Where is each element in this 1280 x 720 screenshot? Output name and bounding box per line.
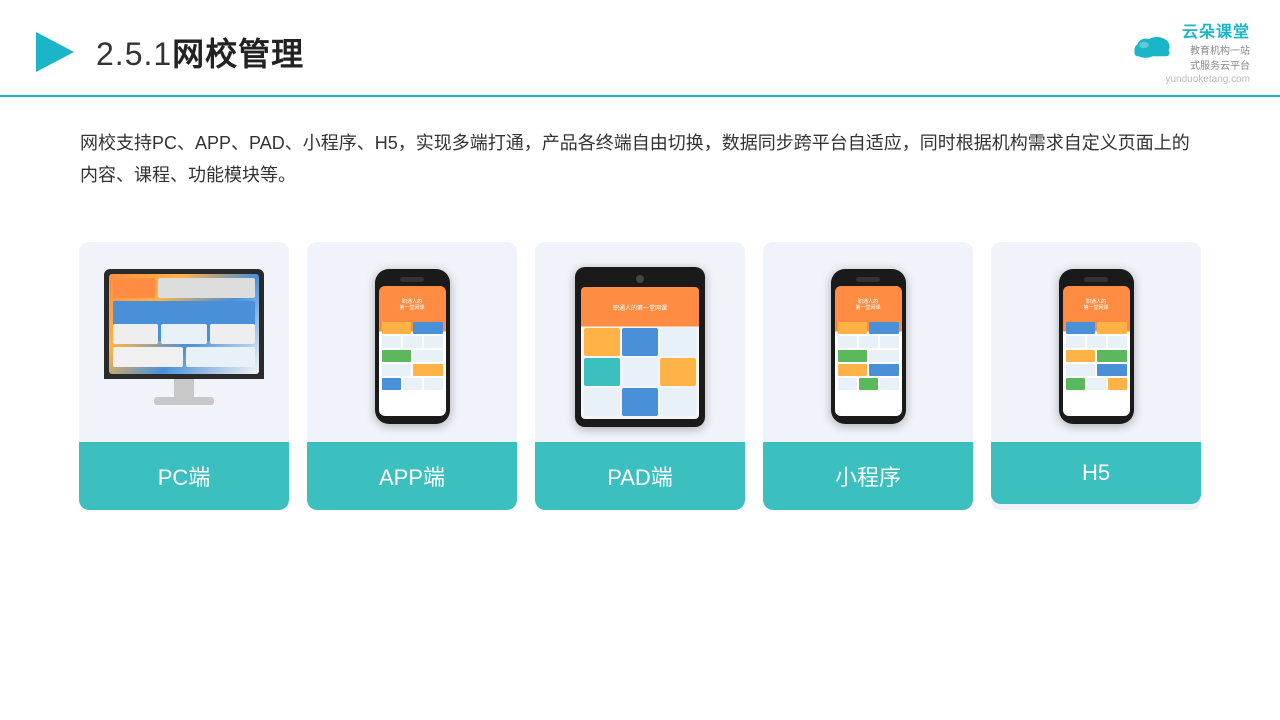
app-phone-mockup: 职通人的第一堂网课 xyxy=(375,269,450,424)
ts-cell xyxy=(660,358,696,386)
tablet-btn xyxy=(636,275,644,283)
phone-notch-miniapp xyxy=(856,277,880,282)
card-h5-image: 职通人的第一堂网课 xyxy=(991,242,1201,442)
page-title: 2.5.1网校管理 xyxy=(96,29,304,75)
tablet-header: 职通人的第一堂网课 xyxy=(584,290,696,325)
header: 2.5.1网校管理 云朵课堂 教育机构一站 式服务云平台 yunduoketan… xyxy=(0,0,1280,97)
ts-cell xyxy=(622,328,658,356)
card-pad-image: 职通人的第一堂网课 xyxy=(535,242,745,442)
ts-cell xyxy=(584,358,620,386)
logo-cloud: 云朵课堂 教育机构一站 式服务云平台 xyxy=(1128,18,1250,72)
monitor-stand xyxy=(174,379,194,397)
logo-tagline: 教育机构一站 xyxy=(1182,42,1250,57)
tablet-screen: 职通人的第一堂网课 xyxy=(581,287,699,419)
card-pc-label: PC端 xyxy=(79,442,289,510)
monitor-base xyxy=(154,397,214,405)
tablet-grid xyxy=(584,328,696,416)
ts-cell xyxy=(584,328,620,356)
cards-container: PC端 职通人的第一堂网课 xyxy=(0,212,1280,530)
phone-screen-h5: 职通人的第一堂网课 xyxy=(1063,286,1130,416)
phone-screen-header-miniapp: 职通人的第一堂网课 xyxy=(838,290,899,320)
card-app: 职通人的第一堂网课 APP端 xyxy=(307,242,517,510)
play-icon xyxy=(30,28,78,76)
ts-cell xyxy=(660,388,696,416)
h5-phone-mockup: 职通人的第一堂网课 xyxy=(1059,269,1134,424)
logo-url: yunduoketang.com xyxy=(1165,74,1250,85)
header-left: 2.5.1网校管理 xyxy=(30,28,304,76)
card-h5: 职通人的第一堂网课 H5 xyxy=(991,242,1201,510)
card-pad-label: PAD端 xyxy=(535,442,745,510)
phone-screen-header-h5: 职通人的第一堂网课 xyxy=(1066,290,1127,320)
miniapp-phone-mockup: 职通人的第一堂网课 xyxy=(831,269,906,424)
phone-screen: 职通人的第一堂网课 xyxy=(379,286,446,416)
pad-tablet-mockup: 职通人的第一堂网课 xyxy=(575,267,705,427)
card-pc: PC端 xyxy=(79,242,289,510)
phone-notch xyxy=(400,277,424,282)
card-miniapp-label: 小程序 xyxy=(763,442,973,510)
logo-name: 云朵课堂 xyxy=(1182,18,1250,42)
logo-area: 云朵课堂 教育机构一站 式服务云平台 yunduoketang.com xyxy=(1128,18,1250,85)
monitor-screen xyxy=(109,274,259,374)
phone-screen-header: 职通人的第一堂网课 xyxy=(382,290,443,320)
logo-tagline2: 式服务云平台 xyxy=(1182,57,1250,72)
card-pc-image xyxy=(79,242,289,442)
cloud-logo-icon xyxy=(1128,29,1176,61)
ts-cell xyxy=(622,358,658,386)
pc-monitor-mockup xyxy=(99,269,269,424)
card-miniapp: 职通人的第一堂网课 小程序 xyxy=(763,242,973,510)
phone-screen-miniapp: 职通人的第一堂网课 xyxy=(835,286,902,416)
description-text: 网校支持PC、APP、PAD、小程序、H5，实现多端打通，产品各终端自由切换，数… xyxy=(0,97,1280,202)
card-miniapp-image: 职通人的第一堂网课 xyxy=(763,242,973,442)
card-pad: 职通人的第一堂网课 xyxy=(535,242,745,510)
card-h5-label: H5 xyxy=(991,442,1201,504)
ts-cell xyxy=(660,328,696,356)
monitor-body xyxy=(104,269,264,379)
phone-notch-h5 xyxy=(1084,277,1108,282)
logo-text-block: 云朵课堂 教育机构一站 式服务云平台 xyxy=(1182,18,1250,72)
card-app-label: APP端 xyxy=(307,442,517,510)
ts-cell xyxy=(584,388,620,416)
ts-cell xyxy=(622,388,658,416)
card-app-image: 职通人的第一堂网课 xyxy=(307,242,517,442)
